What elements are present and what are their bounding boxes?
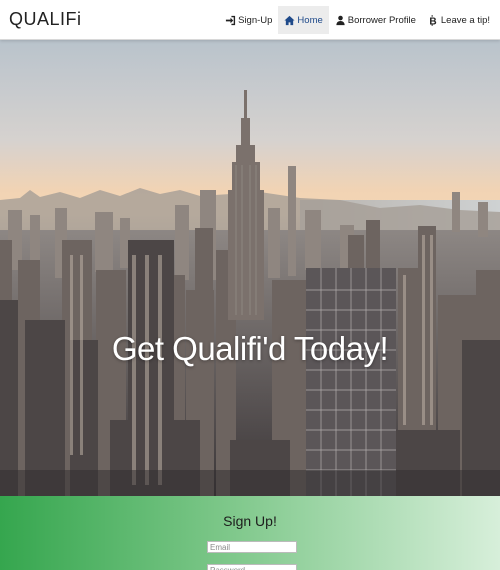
- new-york-skyline-image: [0, 40, 500, 496]
- signup-section: Sign Up!: [0, 496, 500, 570]
- nav-links: Sign-Up Home Borrower Profile B Leave a …: [219, 6, 496, 35]
- password-field[interactable]: [207, 564, 297, 570]
- nav-borrower-profile-label: Borrower Profile: [347, 14, 416, 26]
- nav-leave-tip-link[interactable]: B Leave a tip!: [422, 6, 496, 34]
- nav-leave-tip-label: Leave a tip!: [440, 14, 490, 26]
- nav-sign-up-label: Sign-Up: [238, 14, 273, 26]
- email-field[interactable]: [207, 541, 297, 553]
- sign-in-icon: [225, 15, 236, 26]
- home-icon: [284, 15, 295, 26]
- signup-title: Sign Up!: [223, 513, 277, 529]
- nav-home-label: Home: [297, 14, 323, 26]
- brand-logo[interactable]: QUALIFi: [9, 9, 82, 30]
- nav-borrower-profile-link[interactable]: Borrower Profile: [329, 6, 422, 34]
- hero-section: Get Qualifi'd Today!: [0, 40, 500, 496]
- nav-home-link[interactable]: Home: [278, 6, 329, 34]
- navbar: QUALIFi Sign-Up Home Borrower Profile B …: [0, 0, 500, 40]
- nav-sign-up-link[interactable]: Sign-Up: [219, 6, 278, 34]
- bitcoin-icon: B: [428, 14, 439, 26]
- svg-text:B: B: [429, 16, 436, 25]
- user-icon: [335, 15, 346, 26]
- hero-title: Get Qualifi'd Today!: [111, 330, 389, 367]
